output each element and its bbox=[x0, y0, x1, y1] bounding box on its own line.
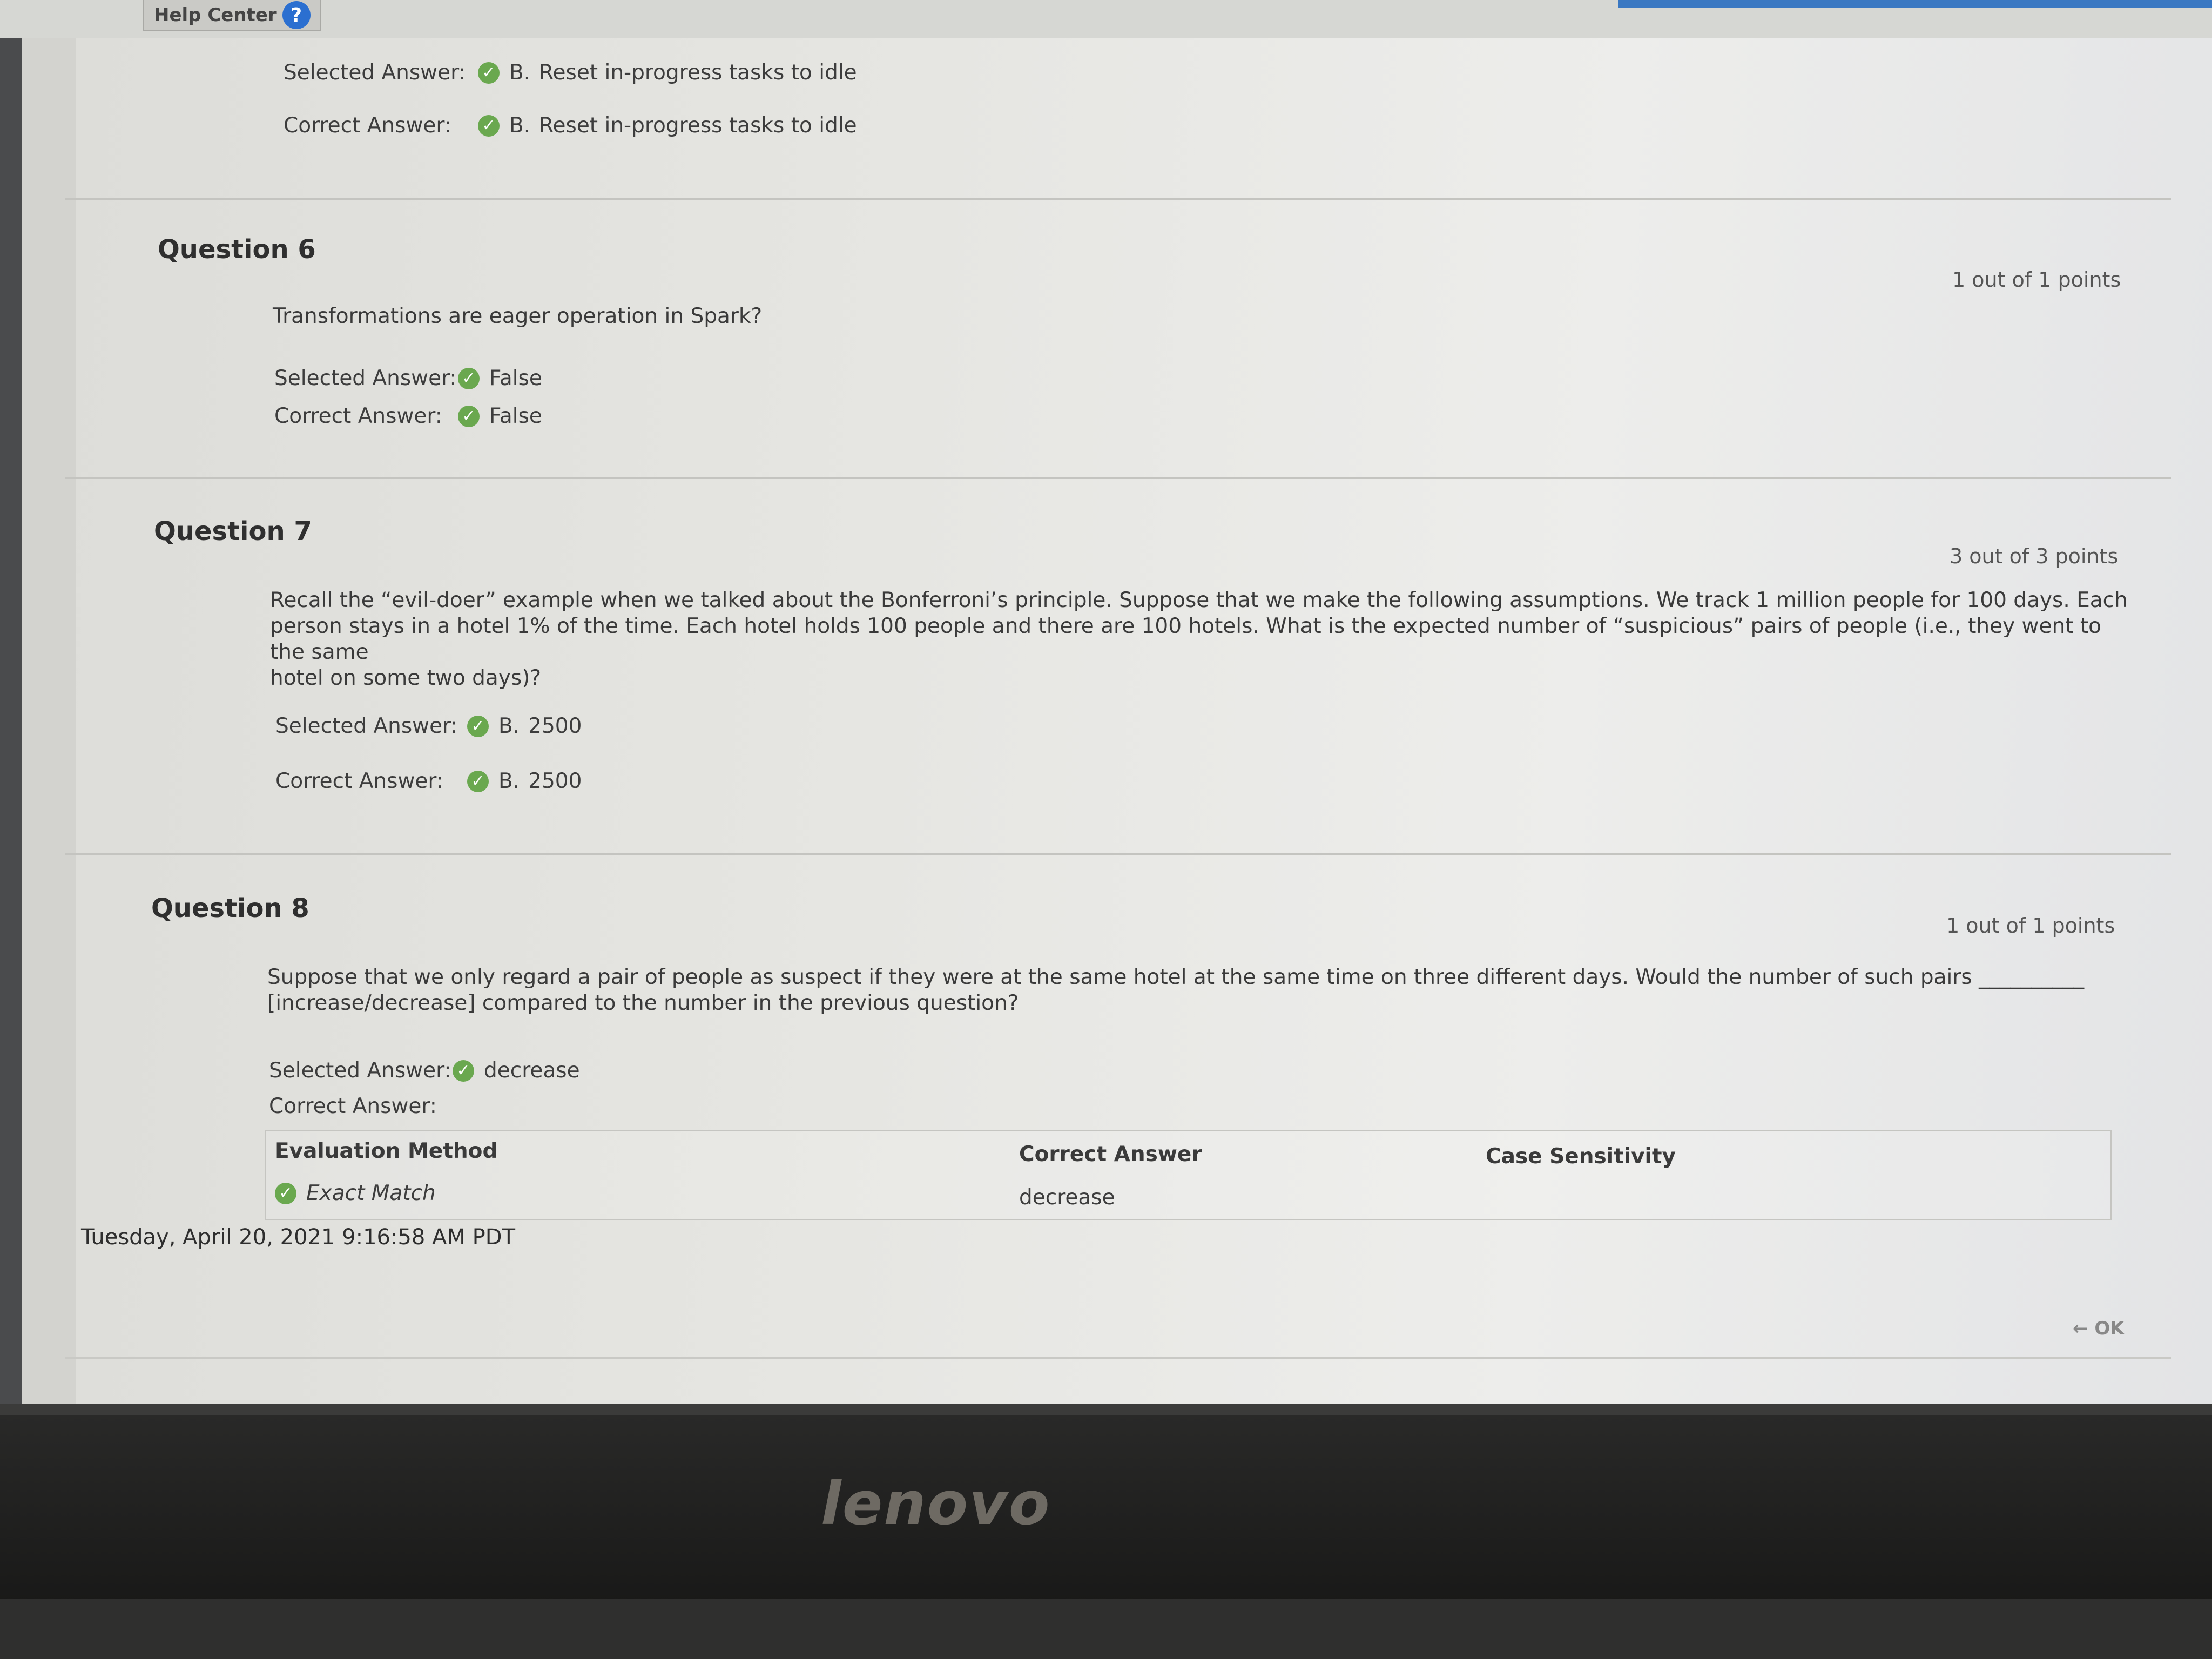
check-icon: ✓ bbox=[467, 715, 489, 737]
question-text-line: [increase/decrease] compared to the numb… bbox=[267, 991, 1019, 1015]
answer-letter: B. bbox=[509, 113, 531, 138]
bezel-edge bbox=[0, 1404, 2212, 1415]
check-icon: ✓ bbox=[458, 367, 480, 389]
selected-answer-label: Selected Answer: bbox=[274, 366, 457, 390]
selected-answer-row: Selected Answer: ✓ B. Reset in-progress … bbox=[284, 60, 857, 85]
top-accent-bar bbox=[1618, 0, 2212, 8]
question-text-line: hotel on some two days)? bbox=[270, 666, 542, 690]
correct-answer-row: Correct Answer: ✓ B. 2500 bbox=[275, 769, 582, 793]
check-icon: ✓ bbox=[467, 770, 489, 792]
correct-answer-label: Correct Answer: bbox=[269, 1094, 437, 1118]
question-text: Transformations are eager operation in S… bbox=[273, 304, 763, 328]
question-7-panel: Question 7 3 out of 3 points Recall the … bbox=[65, 481, 2171, 855]
question-text: Suppose that we only regard a pair of pe… bbox=[267, 965, 2147, 1016]
correct-answer-row: Correct Answer: ✓ B. Reset in-progress t… bbox=[284, 113, 857, 138]
check-icon: ✓ bbox=[453, 1060, 474, 1082]
answer-letter: B. bbox=[498, 769, 520, 793]
correct-answer-row: Correct Answer: ✓ False bbox=[274, 404, 542, 428]
question-title: Question 8 bbox=[151, 893, 309, 923]
check-icon: ✓ bbox=[478, 62, 500, 84]
selected-answer-value: 2500 bbox=[528, 714, 582, 738]
question-title: Question 7 bbox=[154, 516, 312, 547]
points-label: 1 out of 1 points bbox=[1946, 914, 2115, 938]
question-text-line: person stays in a hotel 1% of the time. … bbox=[270, 614, 2102, 664]
check-icon: ✓ bbox=[458, 405, 480, 427]
table-header-case-sensitivity: Case Sensitivity bbox=[1486, 1144, 1676, 1169]
points-label: 1 out of 1 points bbox=[1952, 268, 2121, 292]
table-cell-evaluation-method: ✓ Exact Match bbox=[275, 1181, 436, 1205]
check-icon: ✓ bbox=[275, 1182, 296, 1204]
selected-answer-value: False bbox=[489, 366, 542, 390]
selected-answer-row: Selected Answer: ✓ decrease bbox=[269, 1058, 580, 1083]
ok-button[interactable]: ← OK bbox=[2073, 1318, 2125, 1339]
question-6-panel: Question 6 1 out of 1 points Transformat… bbox=[65, 201, 2171, 479]
table-header-evaluation-method: Evaluation Method bbox=[275, 1139, 498, 1163]
points-label: 3 out of 3 points bbox=[1950, 544, 2119, 568]
selected-answer-row: Selected Answer: ✓ False bbox=[274, 366, 542, 390]
check-icon: ✓ bbox=[478, 114, 500, 137]
submission-timestamp: Tuesday, April 20, 2021 9:16:58 AM PDT bbox=[81, 1225, 516, 1250]
correct-answer-value: Reset in-progress tasks to idle bbox=[539, 113, 857, 138]
help-center-link[interactable]: Help Center ? bbox=[143, 0, 321, 31]
question-text-line: Suppose that we only regard a pair of pe… bbox=[267, 965, 2085, 989]
correct-answer-label: Correct Answer: bbox=[275, 769, 443, 793]
laptop-hinge bbox=[0, 1599, 2212, 1659]
question-text: Recall the “evil-doer” example when we t… bbox=[270, 588, 2139, 691]
question-8-panel: Question 8 1 out of 1 points Suppose tha… bbox=[65, 857, 2171, 1359]
left-window-edge bbox=[0, 38, 22, 1404]
evaluation-method-value: Exact Match bbox=[306, 1181, 436, 1205]
selected-answer-value: Reset in-progress tasks to idle bbox=[539, 60, 857, 85]
help-center-label: Help Center bbox=[154, 4, 277, 26]
question-5-panel: Selected Answer: ✓ B. Reset in-progress … bbox=[65, 38, 2171, 200]
question-icon: ? bbox=[282, 1, 311, 29]
correct-answer-label: Correct Answer: bbox=[274, 404, 442, 428]
answer-letter: B. bbox=[509, 60, 531, 85]
selected-answer-value: decrease bbox=[484, 1058, 580, 1083]
answer-letter: B. bbox=[498, 714, 520, 738]
question-text-line: Recall the “evil-doer” example when we t… bbox=[270, 588, 2128, 612]
question-title: Question 6 bbox=[158, 234, 316, 265]
correct-answer-value: 2500 bbox=[528, 769, 582, 793]
browser-screen: Help Center ? Selected Answer: ✓ B. Rese… bbox=[0, 0, 2212, 1404]
correct-answer-value: False bbox=[489, 404, 542, 428]
selected-answer-label: Selected Answer: bbox=[284, 60, 466, 85]
selected-answer-label: Selected Answer: bbox=[275, 714, 458, 738]
brand-logo: lenovo bbox=[821, 1469, 1051, 1538]
table-header-correct-answer: Correct Answer bbox=[1019, 1142, 1202, 1166]
correct-answer-label: Correct Answer: bbox=[284, 113, 451, 138]
selected-answer-row: Selected Answer: ✓ B. 2500 bbox=[275, 714, 582, 738]
table-cell-correct-answer: decrease bbox=[1019, 1185, 1115, 1210]
correct-answer-row: Correct Answer: bbox=[269, 1094, 437, 1118]
evaluation-table: Evaluation Method Correct Answer Case Se… bbox=[265, 1130, 2112, 1220]
selected-answer-label: Selected Answer: bbox=[269, 1058, 451, 1083]
